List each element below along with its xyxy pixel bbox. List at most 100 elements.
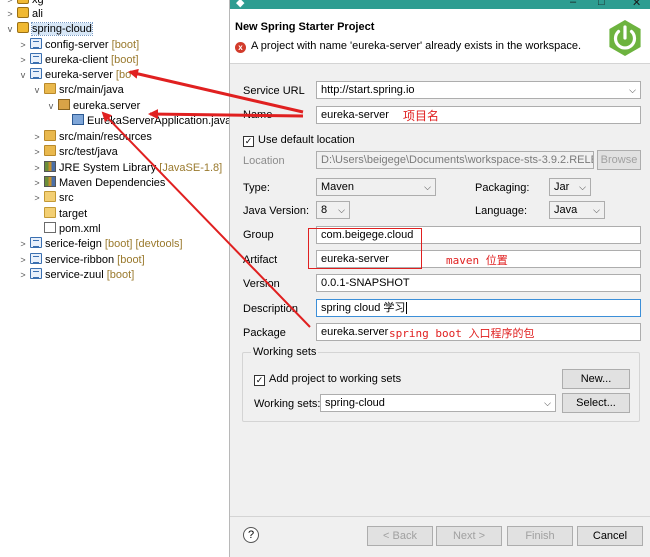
expanded-chevron-icon[interactable]: v: [18, 67, 28, 83]
tree-item[interactable]: > service-zuul [boot]: [18, 267, 134, 283]
collapsed-chevron-icon[interactable]: >: [32, 190, 42, 206]
close-button[interactable]: ✕: [632, 0, 641, 9]
annotation-entry-package: spring boot 入口程序的包: [389, 327, 535, 340]
app-icon: ◆: [236, 0, 245, 9]
java-version-combo[interactable]: 8 ⌵: [316, 201, 350, 219]
expanded-chevron-icon[interactable]: v: [5, 21, 15, 37]
tree-item[interactable]: > src/main/resources: [32, 129, 152, 145]
tree-item[interactable]: > JRE System Library [JavaSE-1.8]: [32, 160, 222, 176]
text-caret: [406, 302, 408, 314]
tree-item-label: service-zuul: [45, 269, 104, 281]
description-field[interactable]: spring cloud 学习: [316, 299, 641, 317]
tree-item-decoration: [boot] [devtools]: [101, 238, 183, 250]
tree-item[interactable]: > ali: [5, 6, 43, 22]
version-field[interactable]: 0.0.1-SNAPSHOT: [316, 274, 641, 292]
service-url-combo[interactable]: http://start.spring.io ⌵: [316, 81, 641, 99]
tree-item-decoration: [bo: [112, 69, 132, 81]
collapsed-chevron-icon[interactable]: >: [5, 6, 15, 22]
new-working-set-button[interactable]: New...: [562, 369, 630, 389]
select-working-set-button[interactable]: Select...: [562, 393, 630, 413]
browse-button: Browse: [597, 150, 641, 170]
tree-item-decoration: [boot]: [108, 39, 140, 51]
tree-item[interactable]: > src/test/java: [32, 144, 118, 160]
maximize-button[interactable]: □: [598, 0, 605, 8]
project-explorer-tree: > xg > ali v spring-cloud > config-server [boot…: [0, 0, 229, 557]
project-icon: [30, 237, 42, 248]
chevron-down-icon: ⌵: [544, 398, 551, 408]
working-sets-combo[interactable]: spring-cloud ⌵: [320, 394, 556, 412]
location-label: Location: [243, 155, 285, 167]
project-icon: [30, 253, 42, 264]
minimize-button[interactable]: –: [570, 0, 576, 8]
finish-button[interactable]: Finish: [507, 526, 573, 546]
tree-item-label: target: [59, 208, 88, 220]
working-sets-group: Working sets ✓ Add project to working set…: [242, 346, 640, 422]
tree-item-label: src: [59, 192, 74, 204]
type-label: Type:: [243, 182, 270, 194]
add-to-working-sets-row[interactable]: ✓ Add project to working sets: [254, 373, 401, 386]
tree-item[interactable]: v eureka-server [bo: [18, 67, 131, 83]
tree-item[interactable]: EurekaServerApplication.java: [60, 113, 229, 129]
version-value: 0.0.1-SNAPSHOT: [321, 277, 410, 289]
collapsed-chevron-icon[interactable]: >: [18, 267, 28, 283]
package-icon: [58, 99, 70, 110]
tree-item-label: eureka-server: [45, 69, 113, 81]
tree-item-decoration: [boot]: [107, 54, 139, 66]
tree-item[interactable]: > eureka-client [boot]: [18, 52, 139, 68]
collapsed-chevron-icon[interactable]: >: [18, 236, 28, 252]
type-combo[interactable]: Maven ⌵: [316, 178, 436, 196]
package-value: eureka.server: [321, 326, 389, 338]
collapsed-chevron-icon[interactable]: >: [18, 37, 28, 53]
collapsed-chevron-icon[interactable]: >: [32, 129, 42, 145]
description-label: Description: [243, 303, 299, 315]
tree-item[interactable]: > config-server [boot]: [18, 37, 139, 53]
back-button[interactable]: < Back: [367, 526, 433, 546]
location-field: D:\Users\beigege\Documents\workspace-sts…: [316, 151, 594, 169]
collapsed-chevron-icon[interactable]: >: [18, 52, 28, 68]
annotation-maven-position: maven 位置: [446, 254, 508, 267]
folder-icon: [44, 207, 56, 218]
cancel-button[interactable]: Cancel: [577, 526, 643, 546]
working-sets-label: Working sets:: [254, 398, 321, 410]
tree-item[interactable]: v eureka.server: [46, 98, 140, 114]
use-default-location-checkbox[interactable]: ✓: [243, 136, 254, 147]
location-value: D:\Users\beigege\Documents\workspace-sts…: [321, 154, 593, 166]
tree-item[interactable]: > Maven Dependencies: [32, 175, 165, 191]
type-value: Maven: [321, 181, 355, 193]
project-icon: [30, 38, 42, 49]
tree-item[interactable]: > service-ribbon [boot]: [18, 252, 145, 268]
packaging-combo[interactable]: Jar ⌵: [549, 178, 591, 196]
tree-item[interactable]: v spring-cloud: [5, 21, 93, 37]
add-to-working-sets-checkbox[interactable]: ✓: [254, 375, 265, 386]
tree-item[interactable]: pom.xml: [32, 221, 101, 237]
tree-item[interactable]: v src/main/java: [32, 82, 124, 98]
chevron-down-icon: ⌵: [579, 182, 586, 192]
collapsed-chevron-icon[interactable]: >: [32, 160, 42, 176]
name-value: eureka-server: [321, 109, 389, 121]
footer-separator: [230, 516, 650, 517]
tree-item-label: src/test/java: [59, 146, 118, 158]
collapsed-chevron-icon[interactable]: >: [32, 175, 42, 191]
error-icon: x: [235, 42, 246, 53]
annotation-project-name: 项目名: [403, 109, 440, 123]
tree-item-label: eureka-client: [45, 54, 108, 66]
chevron-down-icon: ⌵: [424, 182, 431, 192]
tree-item-label: config-server: [45, 39, 109, 51]
tree-item[interactable]: > src: [32, 190, 74, 206]
expanded-chevron-icon[interactable]: v: [32, 82, 42, 98]
collapsed-chevron-icon[interactable]: >: [18, 252, 28, 268]
java-version-label: Java Version:: [243, 205, 310, 217]
help-icon[interactable]: ?: [243, 527, 259, 543]
project-icon: [30, 268, 42, 279]
language-combo[interactable]: Java ⌵: [549, 201, 605, 219]
tree-item[interactable]: target: [32, 206, 87, 222]
use-default-location-row[interactable]: ✓ Use default location: [243, 134, 355, 147]
expanded-chevron-icon[interactable]: v: [46, 98, 56, 114]
dialog-banner: New Spring Starter Project x A project wi…: [230, 9, 650, 64]
tree-item[interactable]: > serice-feign [boot] [devtools]: [18, 236, 183, 252]
name-field[interactable]: eureka-server: [316, 106, 641, 124]
next-button[interactable]: Next >: [436, 526, 502, 546]
collapsed-chevron-icon[interactable]: >: [32, 144, 42, 160]
tree-item-label: Maven Dependencies: [59, 177, 166, 189]
working-sets-value: spring-cloud: [325, 397, 385, 409]
